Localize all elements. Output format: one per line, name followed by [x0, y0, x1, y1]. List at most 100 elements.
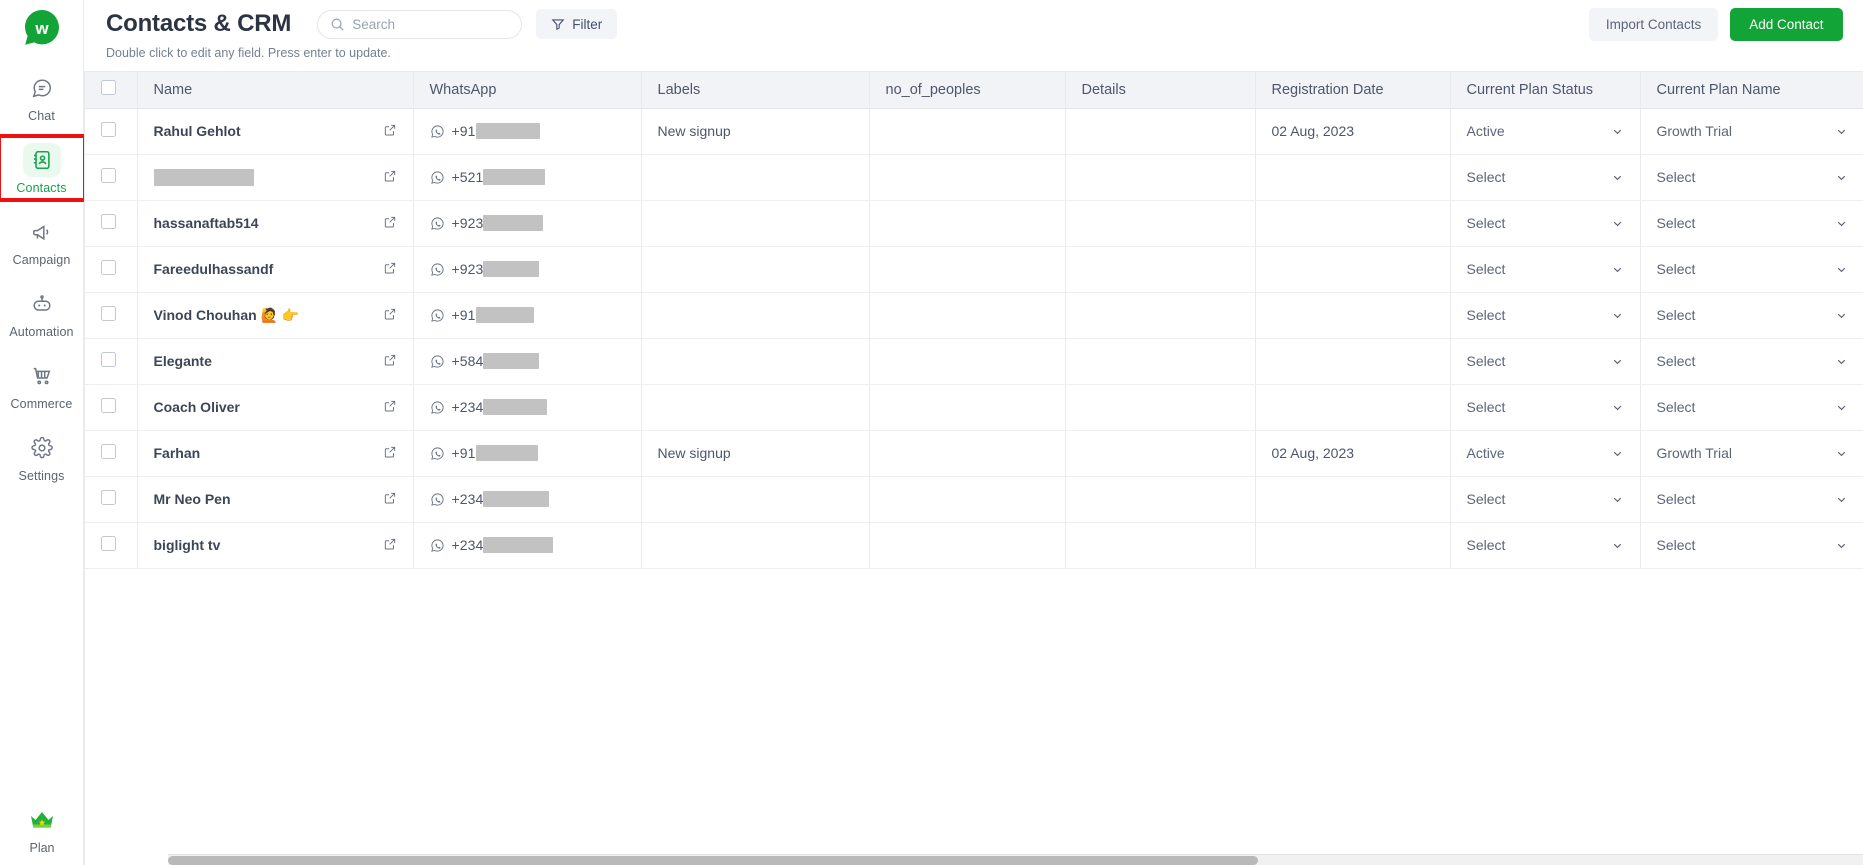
- cell-plan-name[interactable]: Select: [1640, 384, 1863, 431]
- cell-whatsapp[interactable]: +234: [413, 522, 642, 569]
- select-all-checkbox[interactable]: [101, 80, 116, 96]
- cell-whatsapp[interactable]: +91: [413, 430, 642, 477]
- row-select-cell[interactable]: [85, 292, 138, 339]
- table-row[interactable]: Fareedulhassandf +923 Select Select: [85, 246, 1863, 293]
- cell-registration-date[interactable]: [1255, 384, 1451, 431]
- cell-plan-status[interactable]: Select: [1450, 476, 1641, 523]
- column-header-details[interactable]: Details: [1065, 72, 1256, 109]
- cell-name[interactable]: Rahul Gehlot: [137, 108, 414, 155]
- cell-details[interactable]: [1065, 200, 1256, 247]
- open-contact-icon[interactable]: [383, 123, 397, 140]
- cell-whatsapp[interactable]: +521: [413, 154, 642, 201]
- contacts-table-container[interactable]: Name WhatsApp Labels no_of_peoples Detai…: [84, 71, 1863, 865]
- table-row[interactable]: Mr Neo Pen +234 Select Select: [85, 476, 1863, 523]
- cell-labels[interactable]: [641, 292, 870, 339]
- row-checkbox[interactable]: [101, 398, 116, 413]
- cell-whatsapp[interactable]: +91: [413, 292, 642, 339]
- search-input[interactable]: [352, 16, 510, 32]
- filter-button[interactable]: Filter: [536, 9, 618, 39]
- cell-labels[interactable]: [641, 154, 870, 201]
- cell-details[interactable]: [1065, 430, 1256, 477]
- table-row[interactable]: hassanaftab514 +923 Select Select: [85, 200, 1863, 247]
- cell-labels[interactable]: [641, 338, 870, 385]
- plan-name-dropdown[interactable]: Select: [1657, 537, 1848, 553]
- row-checkbox[interactable]: [101, 444, 116, 459]
- cell-no-of-peoples[interactable]: [869, 338, 1066, 385]
- plan-name-dropdown[interactable]: Select: [1657, 353, 1848, 369]
- cell-labels[interactable]: [641, 246, 870, 293]
- cell-name[interactable]: Coach Oliver: [137, 384, 414, 431]
- plan-status-dropdown[interactable]: Select: [1467, 169, 1624, 185]
- row-select-cell[interactable]: [85, 522, 138, 569]
- cell-labels[interactable]: [641, 384, 870, 431]
- cell-plan-name[interactable]: Select: [1640, 200, 1863, 247]
- cell-no-of-peoples[interactable]: [869, 522, 1066, 569]
- cell-name[interactable]: Farhan: [137, 430, 414, 477]
- cell-whatsapp[interactable]: +91: [413, 108, 642, 155]
- cell-details[interactable]: [1065, 154, 1256, 201]
- plan-status-dropdown[interactable]: Select: [1467, 261, 1624, 277]
- cell-plan-status[interactable]: Select: [1450, 200, 1641, 247]
- sidebar-item-campaign[interactable]: Campaign: [0, 209, 84, 271]
- search-box[interactable]: [317, 9, 523, 39]
- cell-labels[interactable]: New signup: [641, 108, 870, 155]
- row-select-cell[interactable]: [85, 154, 138, 201]
- row-select-cell[interactable]: [85, 430, 138, 477]
- row-checkbox[interactable]: [101, 306, 116, 321]
- open-contact-icon[interactable]: [383, 169, 397, 186]
- plan-status-dropdown[interactable]: Select: [1467, 491, 1624, 507]
- plan-name-dropdown[interactable]: Select: [1657, 491, 1848, 507]
- sidebar-item-chat[interactable]: Chat: [0, 65, 84, 127]
- sidebar-item-plan[interactable]: Plan: [0, 804, 84, 855]
- scrollbar-thumb[interactable]: [168, 856, 1258, 865]
- cell-whatsapp[interactable]: +234: [413, 476, 642, 523]
- sidebar-item-settings[interactable]: Settings: [0, 425, 84, 487]
- plan-status-dropdown[interactable]: Select: [1467, 399, 1624, 415]
- cell-plan-status[interactable]: Active: [1450, 430, 1641, 477]
- cell-whatsapp[interactable]: +584: [413, 338, 642, 385]
- cell-no-of-peoples[interactable]: [869, 154, 1066, 201]
- cell-no-of-peoples[interactable]: [869, 108, 1066, 155]
- table-row[interactable]: +521 Select Select: [85, 154, 1863, 201]
- table-row[interactable]: Elegante +584 Select Select: [85, 338, 1863, 385]
- open-contact-icon[interactable]: [383, 307, 397, 324]
- import-contacts-button[interactable]: Import Contacts: [1588, 7, 1719, 41]
- column-header-name[interactable]: Name: [137, 72, 414, 109]
- cell-registration-date[interactable]: [1255, 338, 1451, 385]
- cell-labels[interactable]: [641, 476, 870, 523]
- table-row[interactable]: biglight tv +234 Select Select: [85, 522, 1863, 569]
- row-select-cell[interactable]: [85, 338, 138, 385]
- cell-details[interactable]: [1065, 384, 1256, 431]
- plan-status-dropdown[interactable]: Select: [1467, 215, 1624, 231]
- cell-plan-name[interactable]: Select: [1640, 292, 1863, 339]
- cell-details[interactable]: [1065, 522, 1256, 569]
- column-header-no-of-peoples[interactable]: no_of_peoples: [869, 72, 1066, 109]
- row-checkbox[interactable]: [101, 490, 116, 505]
- cell-name[interactable]: Elegante: [137, 338, 414, 385]
- cell-plan-name[interactable]: Select: [1640, 476, 1863, 523]
- column-header-current-plan-status[interactable]: Current Plan Status: [1450, 72, 1641, 109]
- open-contact-icon[interactable]: [383, 491, 397, 508]
- table-row[interactable]: Coach Oliver +234 Select Select: [85, 384, 1863, 431]
- plan-name-dropdown[interactable]: Select: [1657, 169, 1848, 185]
- cell-registration-date[interactable]: 02 Aug, 2023: [1255, 430, 1451, 477]
- row-checkbox[interactable]: [101, 536, 116, 551]
- cell-details[interactable]: [1065, 292, 1256, 339]
- cell-name[interactable]: hassanaftab514: [137, 200, 414, 247]
- cell-name[interactable]: biglight tv: [137, 522, 414, 569]
- column-header-whatsapp[interactable]: WhatsApp: [413, 72, 642, 109]
- horizontal-scrollbar[interactable]: [168, 854, 1863, 865]
- cell-registration-date[interactable]: [1255, 154, 1451, 201]
- cell-plan-status[interactable]: Select: [1450, 384, 1641, 431]
- cell-labels[interactable]: New signup: [641, 430, 870, 477]
- column-header-registration-date[interactable]: Registration Date: [1255, 72, 1451, 109]
- row-select-cell[interactable]: [85, 246, 138, 293]
- cell-whatsapp[interactable]: +234: [413, 384, 642, 431]
- plan-status-dropdown[interactable]: Active: [1467, 445, 1624, 461]
- cell-plan-status[interactable]: Select: [1450, 292, 1641, 339]
- sidebar-item-commerce[interactable]: Commerce: [0, 353, 84, 415]
- row-checkbox[interactable]: [101, 214, 116, 229]
- open-contact-icon[interactable]: [383, 353, 397, 370]
- row-select-cell[interactable]: [85, 384, 138, 431]
- cell-plan-status[interactable]: Select: [1450, 246, 1641, 293]
